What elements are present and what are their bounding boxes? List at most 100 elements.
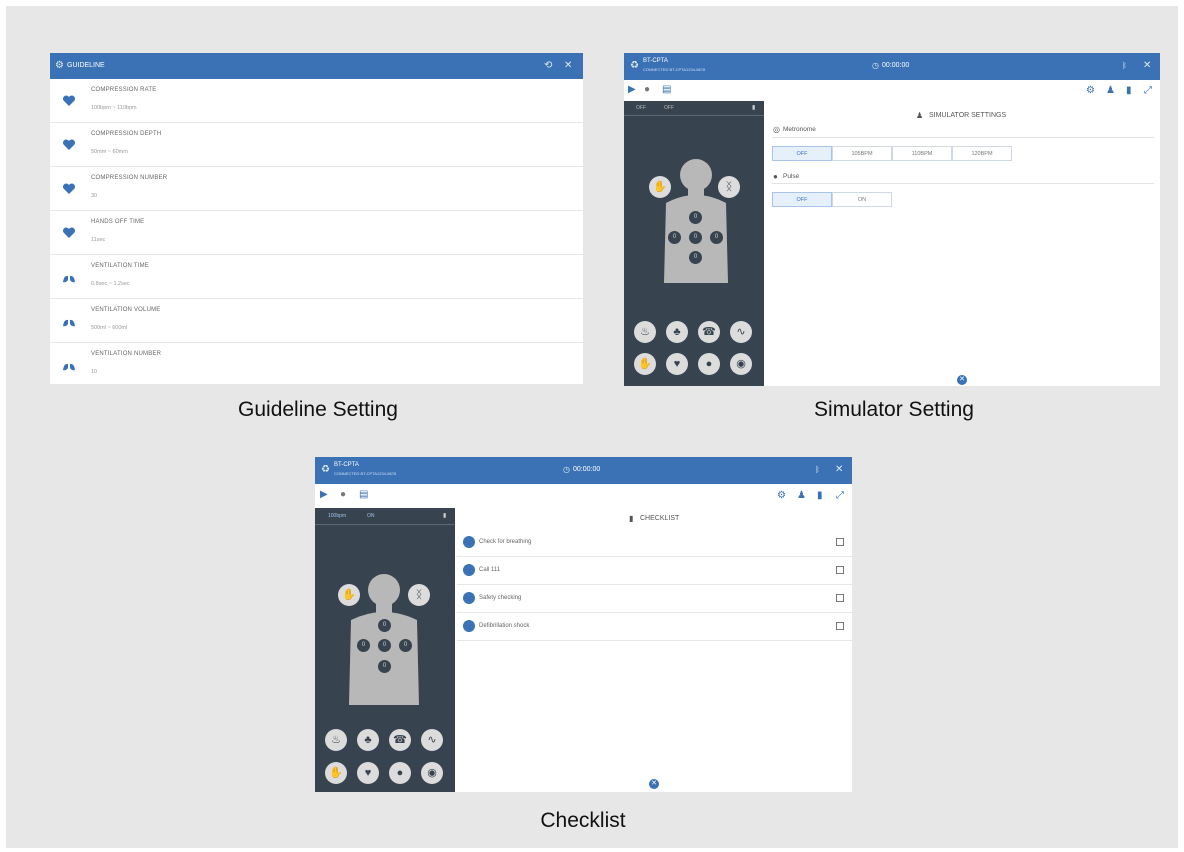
simulator-icon[interactable]: ♟ (1106, 86, 1115, 96)
tool-5[interactable]: ✋ (325, 762, 347, 784)
point-3[interactable]: 0 (689, 231, 702, 244)
guideline-list: COMPRESSION RATE 100bpm ~ 110bpm COMPRESSI… (50, 79, 583, 384)
pulse-divider (772, 183, 1154, 184)
breath-button[interactable]: ᛝ (718, 176, 740, 198)
manikin-figure (664, 159, 728, 283)
document-icon[interactable]: ▮ (1126, 86, 1132, 96)
point-5[interactable]: 0 (689, 251, 702, 264)
pulse-icon: ● (773, 172, 778, 181)
guideline-item-title: VENTILATION VOLUME (91, 307, 161, 313)
checkbox[interactable] (836, 538, 844, 546)
point-1[interactable]: 0 (378, 619, 391, 632)
fullscreen-icon[interactable]: ⤢ (836, 491, 844, 501)
guideline-row[interactable]: COMPRESSION RATE 100bpm ~ 110bpm (50, 79, 583, 123)
stop-icon[interactable]: ● (644, 85, 650, 95)
tool-3[interactable]: ☎ (389, 729, 411, 751)
chart-icon[interactable]: ▤ (359, 490, 368, 500)
guideline-row[interactable]: VENTILATION VOLUME 500ml ~ 600ml (50, 299, 583, 343)
checklist-row[interactable]: Check for breathing (457, 529, 852, 557)
airway-button[interactable]: ✋ (338, 584, 360, 606)
app-subtitle: CONNECTED BT-CPTA1234-5678 (643, 67, 706, 72)
tool-7[interactable]: ● (389, 762, 411, 784)
close-fab-icon[interactable]: ✕ (957, 375, 967, 385)
pulse-option[interactable]: OFF (772, 192, 832, 207)
pulse-option[interactable]: ON (832, 192, 892, 207)
guideline-row[interactable]: COMPRESSION NUMBER 30 (50, 167, 583, 211)
point-2[interactable]: 0 (357, 639, 370, 652)
tool-1[interactable]: ♨ (634, 321, 656, 343)
close-icon[interactable]: ✕ (835, 465, 843, 475)
guideline-item-value: 0.8sec ~ 1.2sec (91, 281, 130, 287)
status-right: ON (367, 513, 375, 519)
point-3[interactable]: 0 (378, 639, 391, 652)
tool-6[interactable]: ♥ (666, 353, 688, 375)
airway-button[interactable]: ✋ (649, 176, 671, 198)
checkbox[interactable] (836, 594, 844, 602)
metronome-option[interactable]: 105BPM (832, 146, 892, 161)
status-left: 100bpm (328, 513, 347, 519)
guideline-item-title: COMPRESSION NUMBER (91, 175, 168, 181)
simulator-icon[interactable]: ♟ (797, 491, 806, 501)
metronome-option[interactable]: 110BPM (892, 146, 952, 161)
chart-icon[interactable]: ▤ (662, 85, 671, 95)
checklist-row[interactable]: Safety checking (457, 585, 852, 613)
point-4[interactable]: 0 (399, 639, 412, 652)
guideline-row[interactable]: COMPRESSION DEPTH 50mm ~ 60mm (50, 123, 583, 167)
tool-4[interactable]: ∿ (730, 321, 752, 343)
settings-icon[interactable]: ⚙ (777, 491, 786, 501)
metronome-option[interactable]: OFF (772, 146, 832, 161)
point-5[interactable]: 0 (378, 660, 391, 673)
clock-icon: ◷ (563, 465, 570, 474)
metronome-label: Metronome (783, 126, 816, 133)
step-icon (463, 592, 475, 604)
guideline-row[interactable]: VENTILATION TIME 0.8sec ~ 1.2sec (50, 255, 583, 299)
play-icon[interactable]: ▶ (628, 85, 636, 95)
caption-guideline: Guideline Setting (238, 398, 398, 421)
tool-6[interactable]: ♥ (357, 762, 379, 784)
tool-8[interactable]: ◉ (421, 762, 443, 784)
fullscreen-icon[interactable]: ⤢ (1144, 86, 1152, 96)
pulse-segmented-control: OFF ON (772, 192, 892, 207)
guideline-row[interactable]: HANDS OFF TIME 11sec (50, 211, 583, 255)
breath-button[interactable]: ᛝ (408, 584, 430, 606)
guideline-screen: ⚙ GUIDELINE ⟲ ✕ COMPRESSION RATE 100bpm ~… (50, 53, 583, 384)
checkbox[interactable] (836, 622, 844, 630)
point-1[interactable]: 0 (689, 211, 702, 224)
app-logo-icon: ♻ (321, 464, 330, 475)
checklist-row[interactable]: Call 111 (457, 557, 852, 585)
close-fab-icon[interactable]: ✕ (649, 779, 659, 789)
close-icon[interactable]: ✕ (564, 61, 572, 71)
tool-8[interactable]: ◉ (730, 353, 752, 375)
heart-icon (62, 226, 76, 238)
play-icon[interactable]: ▶ (320, 490, 328, 500)
point-2[interactable]: 0 (668, 231, 681, 244)
tool-1[interactable]: ♨ (325, 729, 347, 751)
metronome-icon: ◎ (773, 125, 780, 134)
tool-2[interactable]: ♣ (666, 321, 688, 343)
metronome-option[interactable]: 120BPM (952, 146, 1012, 161)
close-icon[interactable]: ✕ (1143, 61, 1151, 71)
manikin-panel: 100bpm ON ▮ ✋ ᛝ 0 0 0 0 0 ♨ ♣ ☎ ∿ ✋ ♥ ● … (315, 508, 455, 792)
tool-2[interactable]: ♣ (357, 729, 379, 751)
tool-7[interactable]: ● (698, 353, 720, 375)
document-icon[interactable]: ▮ (817, 491, 823, 501)
reset-icon[interactable]: ⟲ (544, 61, 552, 71)
tool-3[interactable]: ☎ (698, 321, 720, 343)
caption-simulator: Simulator Setting (814, 398, 974, 421)
stop-icon[interactable]: ● (340, 490, 346, 500)
tool-4[interactable]: ∿ (421, 729, 443, 751)
checklist-row[interactable]: Defibrillation shock (457, 613, 852, 641)
checklist-item-label: Call 111 (479, 567, 501, 573)
bluetooth-icon[interactable]: ᛒ (815, 465, 820, 475)
guideline-item-title: VENTILATION NUMBER (91, 351, 162, 357)
guideline-row[interactable]: VENTILATION NUMBER 10 (50, 343, 583, 384)
tool-5[interactable]: ✋ (634, 353, 656, 375)
clock-icon: ◷ (872, 61, 879, 70)
bluetooth-icon[interactable]: ᛒ (1122, 61, 1127, 71)
settings-icon[interactable]: ⚙ (1086, 86, 1095, 96)
checkbox[interactable] (836, 566, 844, 574)
point-4[interactable]: 0 (710, 231, 723, 244)
status-left: OFF (636, 105, 646, 111)
guideline-item-title: VENTILATION TIME (91, 263, 149, 269)
guideline-item-value: 11sec (91, 237, 106, 243)
